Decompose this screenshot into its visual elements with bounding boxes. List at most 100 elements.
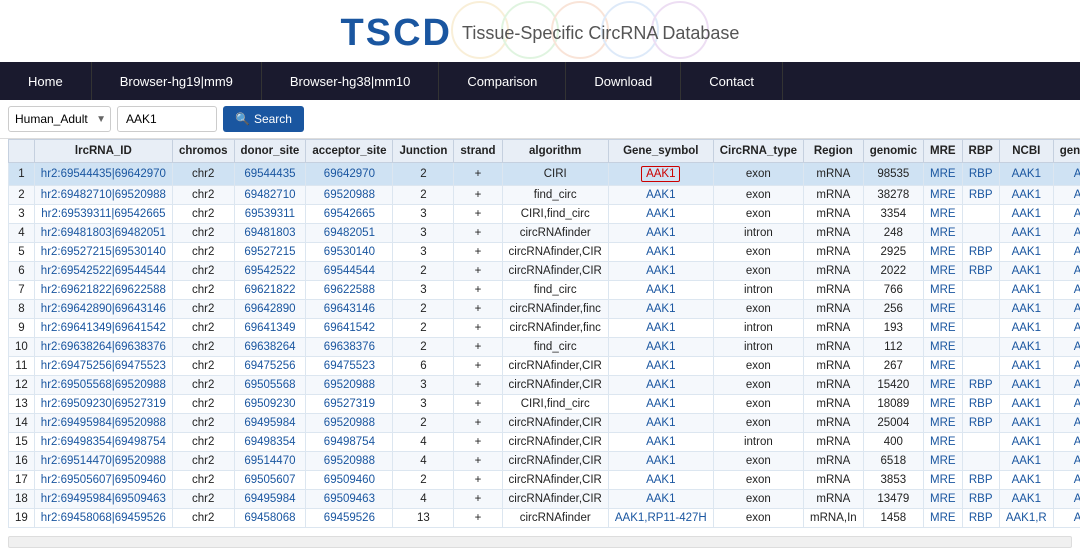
cell-id[interactable]: hr2:69458068|69459526 (34, 509, 172, 528)
cell-genecards[interactable]: AAK1 (1053, 163, 1080, 186)
cell-ncbi[interactable]: AAK1 (999, 262, 1053, 281)
cell-id[interactable]: hr2:69514470|69520988 (34, 452, 172, 471)
cell-rbp[interactable] (962, 205, 999, 224)
cell-mre[interactable]: MRE (923, 224, 962, 243)
cell-gene[interactable]: AAK1,RP11-427H (608, 509, 713, 528)
organism-select[interactable]: Human_Adult Human_Fetal Mouse_Adult Mous… (8, 106, 111, 132)
cell-ncbi[interactable]: AAK1 (999, 357, 1053, 376)
cell-mre[interactable]: MRE (923, 281, 962, 300)
cell-id[interactable]: hr2:69505568|69520988 (34, 376, 172, 395)
nav-browser-hg19[interactable]: Browser-hg19|mm9 (92, 62, 262, 100)
table-row[interactable]: 7hr2:69621822|69622588chr269621822696225… (9, 281, 1080, 300)
cell-rbp[interactable] (962, 357, 999, 376)
cell-donor[interactable]: 69505568 (234, 376, 306, 395)
cell-donor[interactable]: 69498354 (234, 433, 306, 452)
cell-id[interactable]: hr2:69542522|69544544 (34, 262, 172, 281)
cell-gene[interactable]: AAK1 (608, 186, 713, 205)
table-row[interactable]: 11hr2:69475256|69475523chr26947525669475… (9, 357, 1080, 376)
cell-ncbi[interactable]: AAK1 (999, 490, 1053, 509)
cell-id[interactable]: hr2:69641349|69641542 (34, 319, 172, 338)
cell-id[interactable]: hr2:69475256|69475523 (34, 357, 172, 376)
cell-ncbi[interactable]: AAK1 (999, 243, 1053, 262)
table-row[interactable]: 16hr2:69514470|69520988chr26951447069520… (9, 452, 1080, 471)
table-row[interactable]: 10hr2:69638264|69638376chr26963826469638… (9, 338, 1080, 357)
cell-mre[interactable]: MRE (923, 433, 962, 452)
cell-mre[interactable]: MRE (923, 471, 962, 490)
nav-contact[interactable]: Contact (681, 62, 783, 100)
cell-acceptor[interactable]: 69643146 (306, 300, 393, 319)
cell-genecards[interactable]: AAK1 (1053, 300, 1080, 319)
cell-mre[interactable]: MRE (923, 319, 962, 338)
cell-genecards[interactable]: AAK1 (1053, 186, 1080, 205)
cell-donor[interactable]: 69482710 (234, 186, 306, 205)
cell-genecards[interactable]: AAK1 (1053, 205, 1080, 224)
cell-donor[interactable]: 69539311 (234, 205, 306, 224)
cell-gene[interactable]: AAK1 (608, 338, 713, 357)
cell-gene[interactable]: AAK1 (608, 471, 713, 490)
cell-donor[interactable]: 69514470 (234, 452, 306, 471)
cell-genecards[interactable]: AAK1 (1053, 452, 1080, 471)
cell-rbp[interactable]: RBP (962, 376, 999, 395)
cell-acceptor[interactable]: 69520988 (306, 376, 393, 395)
cell-mre[interactable]: MRE (923, 509, 962, 528)
cell-ncbi[interactable]: AAK1 (999, 186, 1053, 205)
cell-acceptor[interactable]: 69638376 (306, 338, 393, 357)
table-row[interactable]: 2hr2:69482710|69520988chr269482710695209… (9, 186, 1080, 205)
cell-acceptor[interactable]: 69622588 (306, 281, 393, 300)
cell-genecards[interactable]: AAK1 (1053, 281, 1080, 300)
cell-rbp[interactable] (962, 224, 999, 243)
cell-acceptor[interactable]: 69520988 (306, 452, 393, 471)
cell-gene[interactable]: AAK1 (608, 376, 713, 395)
cell-donor[interactable]: 69544435 (234, 163, 306, 186)
table-row[interactable]: 19hr2:69458068|69459526chr26945806869459… (9, 509, 1080, 528)
table-row[interactable]: 3hr2:69539311|69542665chr269539311695426… (9, 205, 1080, 224)
cell-gene[interactable]: AAK1 (608, 300, 713, 319)
nav-download[interactable]: Download (566, 62, 681, 100)
cell-mre[interactable]: MRE (923, 357, 962, 376)
cell-genecards[interactable]: AAK1 (1053, 376, 1080, 395)
table-row[interactable]: 8hr2:69642890|69643146chr269642890696431… (9, 300, 1080, 319)
cell-acceptor[interactable]: 69520988 (306, 414, 393, 433)
cell-ncbi[interactable]: AAK1 (999, 224, 1053, 243)
cell-donor[interactable]: 69505607 (234, 471, 306, 490)
cell-genecards[interactable]: AAK1 (1053, 262, 1080, 281)
cell-ncbi[interactable]: AAK1 (999, 300, 1053, 319)
cell-donor[interactable]: 69621822 (234, 281, 306, 300)
cell-gene[interactable]: AAK1 (608, 224, 713, 243)
cell-mre[interactable]: MRE (923, 186, 962, 205)
cell-donor[interactable]: 69542522 (234, 262, 306, 281)
cell-id[interactable]: hr2:69544435|69642970 (34, 163, 172, 186)
cell-acceptor[interactable]: 69482051 (306, 224, 393, 243)
cell-ncbi[interactable]: AAK1 (999, 338, 1053, 357)
cell-acceptor[interactable]: 69527319 (306, 395, 393, 414)
cell-genecards[interactable]: AAK1 (1053, 319, 1080, 338)
cell-acceptor[interactable]: 69498754 (306, 433, 393, 452)
cell-gene[interactable]: AAK1 (608, 243, 713, 262)
table-row[interactable]: 17hr2:69505607|69509460chr26950560769509… (9, 471, 1080, 490)
cell-gene[interactable]: AAK1 (608, 357, 713, 376)
cell-id[interactable]: hr2:69642890|69643146 (34, 300, 172, 319)
cell-rbp[interactable]: RBP (962, 471, 999, 490)
cell-donor[interactable]: 69509230 (234, 395, 306, 414)
cell-id[interactable]: hr2:69495984|69520988 (34, 414, 172, 433)
cell-ncbi[interactable]: AAK1 (999, 281, 1053, 300)
cell-acceptor[interactable]: 69509460 (306, 471, 393, 490)
table-row[interactable]: 5hr2:69527215|69530140chr269527215695301… (9, 243, 1080, 262)
nav-home[interactable]: Home (0, 62, 92, 100)
cell-genecards[interactable]: AAK1 (1053, 357, 1080, 376)
table-row[interactable]: 14hr2:69495984|69520988chr26949598469520… (9, 414, 1080, 433)
cell-rbp[interactable] (962, 300, 999, 319)
cell-acceptor[interactable]: 69542665 (306, 205, 393, 224)
cell-id[interactable]: hr2:69481803|69482051 (34, 224, 172, 243)
cell-gene[interactable]: AAK1 (608, 281, 713, 300)
table-row[interactable]: 13hr2:69509230|69527319chr26950923069527… (9, 395, 1080, 414)
cell-acceptor[interactable]: 69475523 (306, 357, 393, 376)
table-row[interactable]: 12hr2:69505568|69520988chr26950556869520… (9, 376, 1080, 395)
cell-donor[interactable]: 69641349 (234, 319, 306, 338)
cell-rbp[interactable]: RBP (962, 163, 999, 186)
cell-ncbi[interactable]: AAK1 (999, 433, 1053, 452)
cell-mre[interactable]: MRE (923, 490, 962, 509)
cell-donor[interactable]: 69495984 (234, 490, 306, 509)
cell-donor[interactable]: 69527215 (234, 243, 306, 262)
cell-acceptor[interactable]: 69509463 (306, 490, 393, 509)
